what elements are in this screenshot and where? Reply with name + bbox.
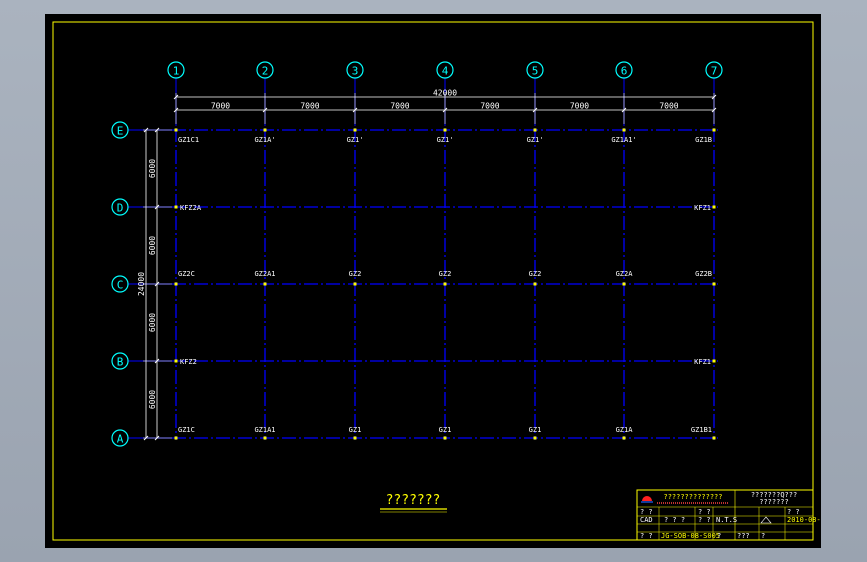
- dim-span-horizontal: 7000: [390, 102, 409, 111]
- drawing-date: 2010-08-25: [787, 516, 821, 524]
- company-name: ??????????????: [663, 493, 722, 501]
- column-marker: [712, 205, 716, 209]
- dim-span-horizontal: 7000: [480, 102, 499, 111]
- structural-plan-drawing: GZ1C1 GZ1A' GZ1' GZ1' GZ1' GZ1A1' GZ1BKFZ2A KFZ…: [52, 21, 821, 541]
- axis-bubble-label: 3: [352, 65, 359, 78]
- dim-total-vertical: 24000: [137, 272, 146, 296]
- axis-bubble-label: 7: [711, 65, 718, 78]
- column-label: GZ1': [437, 136, 454, 144]
- column-marker: [443, 436, 447, 440]
- column-marker: [712, 436, 716, 440]
- drawing-title-text: ???????: [386, 493, 441, 508]
- title-block-cell: N.T.S: [716, 516, 737, 524]
- dim-span-vertical: 6000: [148, 313, 157, 332]
- dim-span-horizontal: 7000: [570, 102, 589, 111]
- dim-span-horizontal: 7000: [300, 102, 319, 111]
- dim-span-vertical: 6000: [148, 390, 157, 409]
- axis-bubble-label: E: [117, 125, 124, 138]
- column-label: GZ1C1: [178, 136, 199, 144]
- axis-bubble-label: 5: [532, 65, 539, 78]
- column-marker: [174, 128, 178, 132]
- column-marker: [622, 128, 626, 132]
- cad-viewport[interactable]: GZ1C1 GZ1A' GZ1' GZ1' GZ1' GZ1A1' GZ1B KFZ2A KFZ…: [45, 14, 821, 548]
- column-label: GZ1': [527, 136, 544, 144]
- column-label: GZ1: [529, 426, 542, 434]
- column-label: KFZ1: [694, 204, 711, 212]
- company-logo: [642, 496, 652, 501]
- column-marker: [712, 128, 716, 132]
- dimensions-top: 42000 7000 7000 7000 7000 7000 7000: [173, 89, 717, 124]
- column-marker: [263, 128, 267, 132]
- column-label: KFZ2: [180, 358, 197, 366]
- dim-total-horizontal: 42000: [433, 89, 457, 98]
- axis-bubble-label: 6: [621, 65, 628, 78]
- column-marker: [622, 436, 626, 440]
- revision-triangle-icon: [760, 516, 772, 524]
- column-marker: [174, 436, 178, 440]
- column-marker: [353, 436, 357, 440]
- title-block-cell: ? ? ?: [664, 516, 685, 524]
- axis-bubble-label: 1: [173, 65, 180, 78]
- title-block-cell: CAD: [640, 516, 653, 524]
- column-marker: [353, 282, 357, 286]
- column-label: GZ1A1: [254, 426, 275, 434]
- drawing-title: ???????: [380, 493, 447, 513]
- column-label: GZ2C: [178, 270, 195, 278]
- axis-bubble-label: A: [117, 433, 124, 446]
- column-marker: [533, 436, 537, 440]
- column-label: GZ1': [347, 136, 364, 144]
- title-block-cell: ? ?: [787, 508, 800, 516]
- dim-span-vertical: 6000: [148, 236, 157, 255]
- title-block-cell: ?: [761, 532, 765, 540]
- column-label: KFZ1: [694, 358, 711, 366]
- axis-bubble-label: C: [117, 279, 124, 292]
- column-label: GZ2: [439, 270, 452, 278]
- column-label: GZ1C: [178, 426, 195, 434]
- column-marker: [174, 205, 178, 209]
- column-marker: [712, 359, 716, 363]
- title-block-cell: ?: [717, 532, 721, 540]
- column-marker: [353, 128, 357, 132]
- column-marker: [174, 359, 178, 363]
- column-label: GZ1A1': [611, 136, 636, 144]
- dim-span-vertical: 6000: [148, 159, 157, 178]
- axis-bubble-label: 4: [442, 65, 449, 78]
- column-label: GZ1A': [254, 136, 275, 144]
- column-label: GZ1A: [616, 426, 634, 434]
- column-label: GZ2: [529, 270, 542, 278]
- column-label: GZ2: [349, 270, 362, 278]
- column-label: GZ2A: [616, 270, 634, 278]
- column-marker: [174, 282, 178, 286]
- column-label: GZ2B: [695, 270, 712, 278]
- column-marker: [533, 128, 537, 132]
- drawing-frame: [52, 21, 814, 541]
- column-label: GZ2A1: [254, 270, 275, 278]
- title-block-cell: ? ?: [698, 508, 711, 516]
- title-block: ?????????????? ???????Q??????????? ?? ?? …: [636, 489, 821, 541]
- dim-span-horizontal: 7000: [211, 102, 230, 111]
- column-label: KFZ2A: [180, 204, 202, 212]
- drawing-number: JG-SOB-08-S005: [661, 532, 720, 540]
- axis-bubble-label: 2: [262, 65, 269, 78]
- title-block-cell: ? ?: [640, 532, 653, 540]
- column-marker: [263, 436, 267, 440]
- drawing-name: ???????: [759, 498, 789, 506]
- column-marker: [533, 282, 537, 286]
- column-label: GZ1: [349, 426, 362, 434]
- column-marker: [263, 282, 267, 286]
- dimensions-left: 24000 6000 6000 6000 6000: [137, 127, 172, 441]
- title-block-cell: ???: [737, 532, 750, 540]
- dim-span-horizontal: 7000: [659, 102, 678, 111]
- column-label: GZ1: [439, 426, 452, 434]
- column-marker: [712, 282, 716, 286]
- axis-bubble-label: D: [117, 202, 124, 215]
- title-block-cell: ? ?: [698, 516, 711, 524]
- column-marker: [443, 128, 447, 132]
- column-marker: [622, 282, 626, 286]
- column-label: GZ1B1: [691, 426, 712, 434]
- column-label: GZ1B: [695, 136, 712, 144]
- title-block-cell: ? ?: [640, 508, 653, 516]
- column-marker: [443, 282, 447, 286]
- axis-bubble-label: B: [117, 356, 124, 369]
